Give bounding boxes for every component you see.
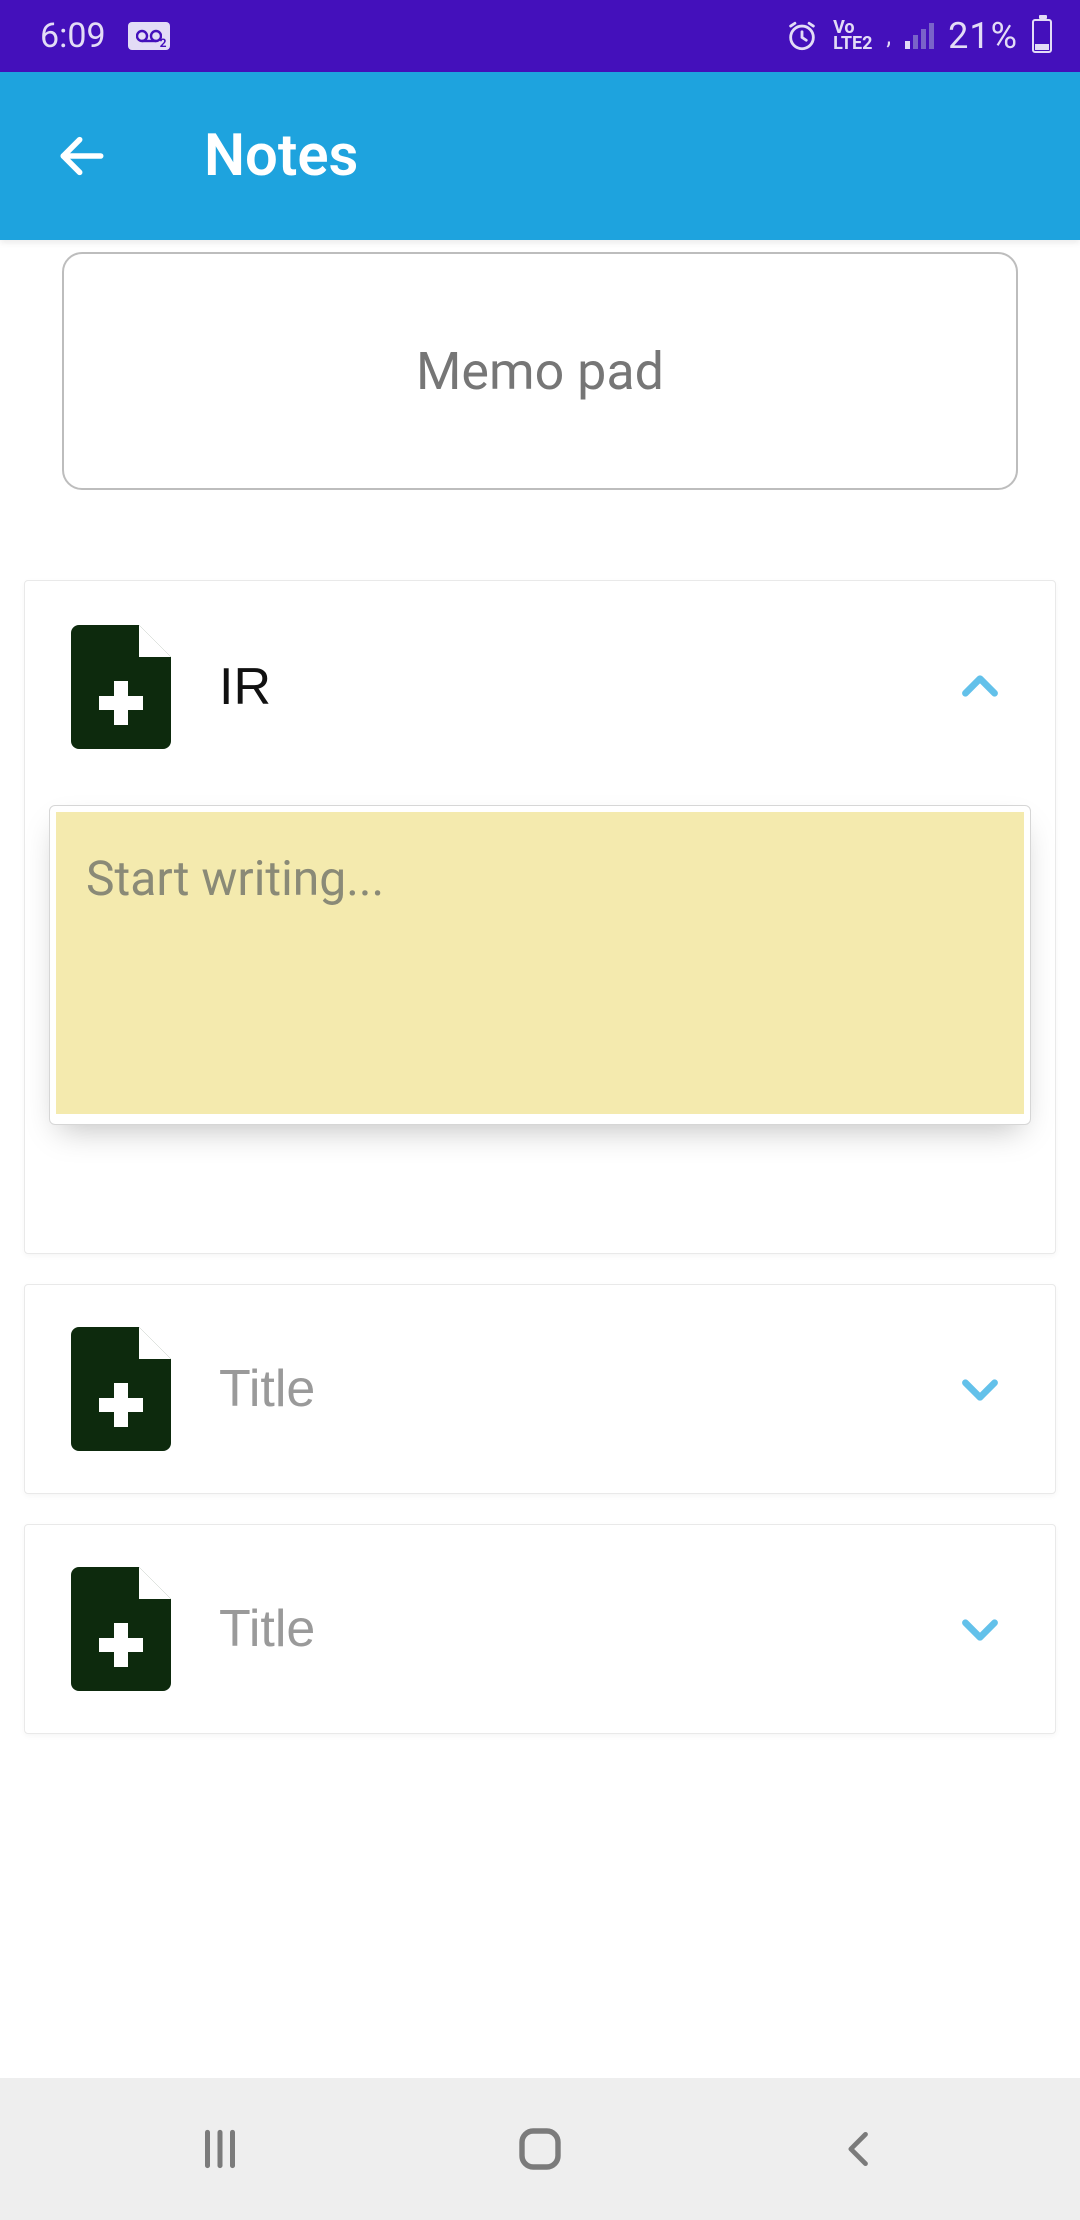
- note-title-input[interactable]: [219, 657, 903, 717]
- note-card-expanded: [24, 580, 1056, 1254]
- battery-percentage: 21%: [948, 15, 1018, 57]
- note-body-input[interactable]: [56, 812, 1024, 1114]
- chevron-down-icon[interactable]: [951, 1360, 1009, 1418]
- status-bar: 6:09 Vo LTE2 , 21%: [0, 0, 1080, 72]
- note-add-icon: [71, 625, 171, 749]
- status-time: 6:09: [40, 16, 106, 56]
- chevron-down-icon[interactable]: [951, 1600, 1009, 1658]
- alarm-icon: [785, 19, 819, 53]
- comma-icon: ,: [886, 22, 891, 50]
- status-right: Vo LTE2 , 21%: [785, 15, 1052, 57]
- memo-pad-box[interactable]: Memo pad: [62, 252, 1018, 490]
- home-button[interactable]: [500, 2109, 580, 2189]
- note-card-collapsed: [24, 1284, 1056, 1494]
- system-nav-bar: [0, 2078, 1080, 2220]
- volte-indicator: Vo LTE2: [833, 20, 872, 52]
- status-left: 6:09: [40, 16, 170, 56]
- note-card-collapsed: [24, 1524, 1056, 1734]
- note-title-input[interactable]: [219, 1599, 903, 1659]
- voicemail-icon: [128, 22, 170, 50]
- battery-icon: [1032, 19, 1052, 53]
- back-system-button[interactable]: [820, 2109, 900, 2189]
- content-area: Memo pad: [0, 240, 1080, 1734]
- chevron-up-icon[interactable]: [951, 658, 1009, 716]
- note-add-icon: [71, 1327, 171, 1451]
- note-body-container: [49, 805, 1031, 1125]
- note-add-icon: [71, 1567, 171, 1691]
- memo-placeholder: Memo pad: [416, 341, 664, 402]
- back-button[interactable]: [50, 124, 114, 188]
- page-title: Notes: [204, 122, 358, 190]
- note-header[interactable]: [71, 1327, 1009, 1451]
- note-title-input[interactable]: [219, 1359, 903, 1419]
- note-header[interactable]: [71, 1567, 1009, 1691]
- signal-icon: [905, 23, 934, 49]
- recents-button[interactable]: [180, 2109, 260, 2189]
- note-header[interactable]: [71, 625, 1009, 749]
- app-bar: Notes: [0, 72, 1080, 240]
